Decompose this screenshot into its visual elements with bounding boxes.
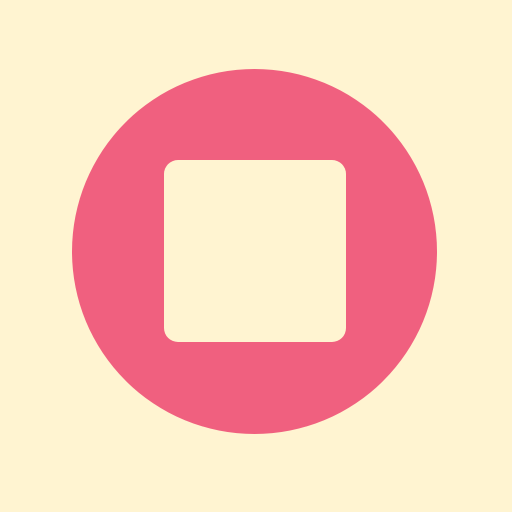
- stop-icon: [164, 160, 346, 342]
- stop-button[interactable]: [72, 69, 437, 434]
